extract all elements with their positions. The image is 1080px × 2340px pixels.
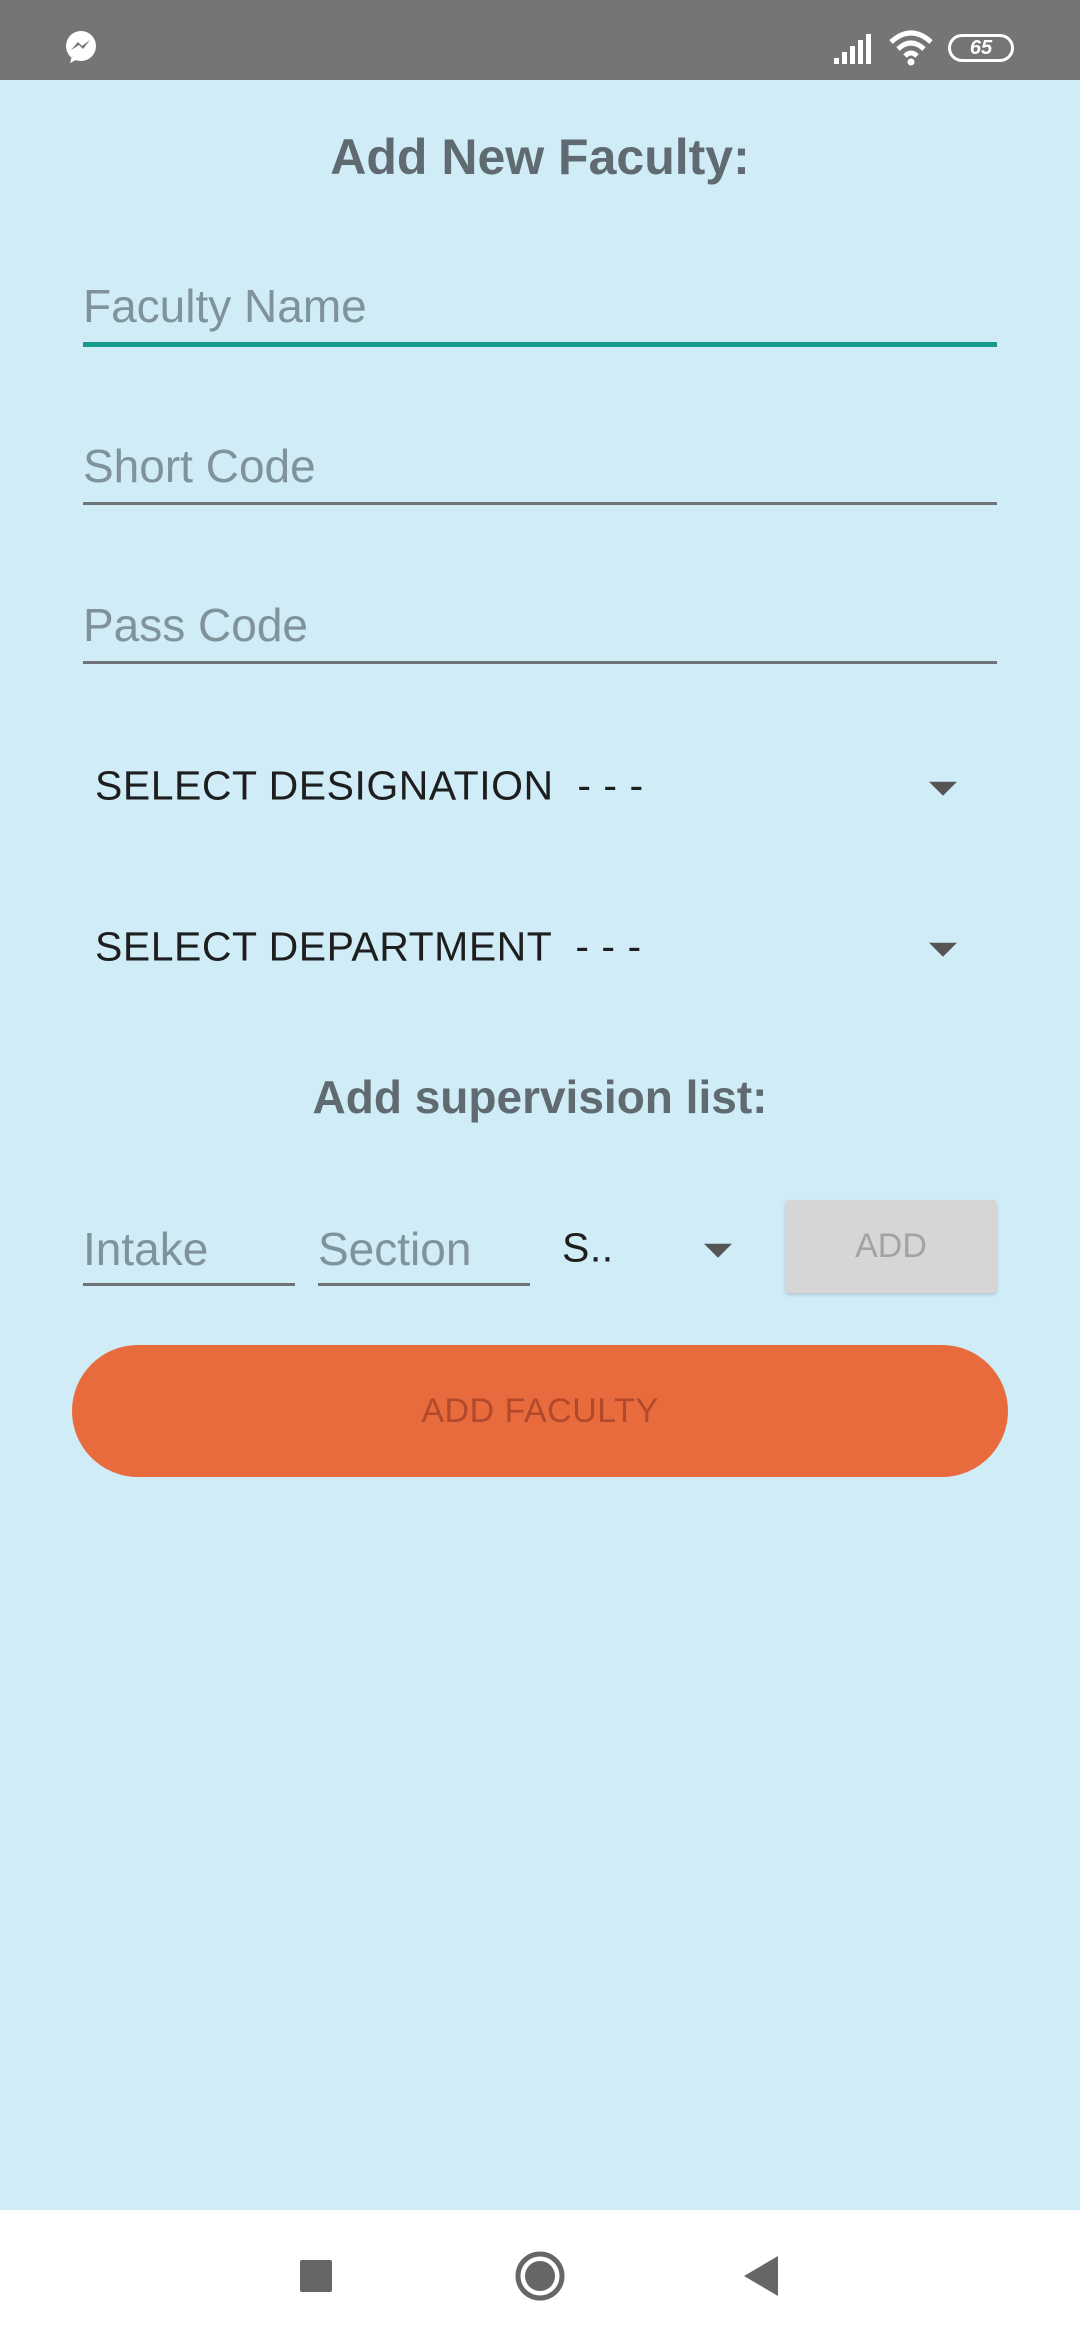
page-title: Add New Faculty: <box>330 129 750 185</box>
battery-level: 65 <box>969 36 993 59</box>
signal-icon <box>834 34 871 64</box>
dropdown-arrow-icon <box>929 781 957 796</box>
add-supervision-button[interactable]: ADD <box>785 1200 997 1293</box>
messenger-icon <box>66 31 96 63</box>
home-icon[interactable] <box>510 2246 570 2306</box>
recents-icon[interactable] <box>286 2246 346 2306</box>
back-icon[interactable] <box>734 2246 794 2306</box>
dropdown-arrow-icon <box>704 1243 732 1258</box>
faculty-name-underline <box>83 342 997 347</box>
section-underline <box>318 1283 530 1286</box>
dropdown-arrow-icon <box>929 942 957 957</box>
semester-spinner[interactable]: S.. <box>556 1208 736 1288</box>
department-spinner[interactable]: SELECT DEPARTMENT - - - <box>83 907 997 987</box>
semester-spinner-label: S.. <box>562 1224 614 1271</box>
department-spinner-label: SELECT DEPARTMENT - - - <box>95 923 642 970</box>
short-code-underline <box>83 502 997 505</box>
navigation-bar <box>0 2210 1080 2340</box>
faculty-name-input[interactable] <box>83 270 997 342</box>
add-faculty-screen: Add New Faculty: SELECT DESIGNATION - - … <box>0 80 1080 2210</box>
pass-code-underline <box>83 661 997 664</box>
section-input[interactable] <box>318 1214 530 1284</box>
add-faculty-button[interactable]: ADD FACULTY <box>72 1345 1008 1477</box>
intake-input[interactable] <box>83 1214 295 1284</box>
designation-spinner-label: SELECT DESIGNATION - - - <box>95 762 644 809</box>
status-bar: 65 <box>0 0 1080 80</box>
short-code-input[interactable] <box>83 430 997 502</box>
designation-spinner[interactable]: SELECT DESIGNATION - - - <box>83 746 997 826</box>
battery-icon: 65 <box>948 34 1014 62</box>
intake-underline <box>83 1283 295 1286</box>
pass-code-input[interactable] <box>83 589 997 661</box>
wifi-icon <box>889 30 933 66</box>
supervision-title: Add supervision list: <box>312 1071 768 1123</box>
